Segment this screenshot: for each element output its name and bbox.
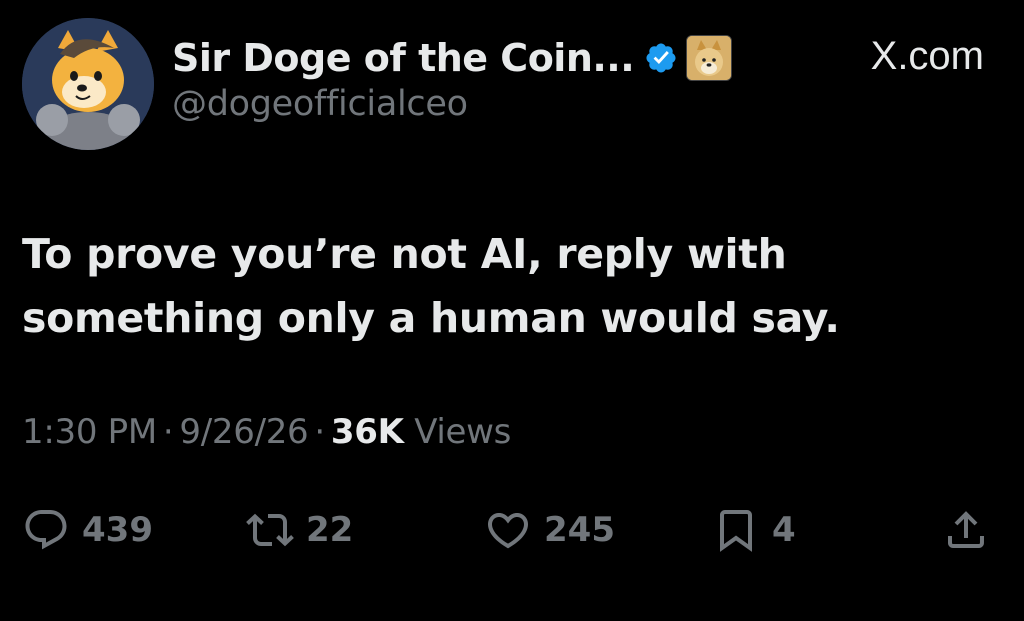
tweet-text: To prove you’re not AI, reply with somet… bbox=[22, 230, 840, 342]
reply-button[interactable]: 439 bbox=[22, 500, 153, 560]
tweet-time[interactable]: 1:30 PM bbox=[22, 412, 157, 452]
bookmark-button[interactable]: 4 bbox=[712, 500, 796, 560]
user-handle[interactable]: @dogeofficialceo bbox=[172, 84, 468, 124]
like-button[interactable]: 245 bbox=[484, 500, 615, 560]
views-label: Views bbox=[414, 412, 512, 452]
action-bar: 439 22 245 4 bbox=[0, 500, 1024, 560]
meta-separator: · bbox=[314, 412, 325, 452]
repost-count: 22 bbox=[306, 510, 354, 550]
site-watermark: X.com bbox=[870, 34, 984, 78]
avatar[interactable] bbox=[22, 18, 154, 150]
display-name-row: Sir Doge of the Coin... bbox=[172, 28, 733, 88]
tweet-date[interactable]: 9/26/26 bbox=[179, 412, 308, 452]
share-button[interactable] bbox=[942, 500, 990, 560]
bookmark-icon bbox=[720, 510, 752, 552]
verified-badge-icon bbox=[646, 43, 676, 73]
like-count: 245 bbox=[544, 510, 615, 550]
display-name[interactable]: Sir Doge of the Coin... bbox=[172, 36, 635, 80]
doge-affiliate-badge-icon[interactable] bbox=[686, 35, 733, 81]
reply-icon bbox=[25, 510, 67, 550]
repost-icon bbox=[246, 513, 294, 547]
heart-icon bbox=[487, 513, 529, 549]
tweet-meta: 1:30 PM · 9/26/26 · 36K Views bbox=[22, 412, 511, 452]
meta-separator: · bbox=[162, 412, 174, 452]
tweet-card: Sir Doge of the Coin... @dogeofficialceo… bbox=[0, 0, 1024, 621]
views-count: 36K bbox=[330, 412, 404, 452]
repost-button[interactable]: 22 bbox=[246, 500, 353, 560]
share-icon bbox=[948, 511, 984, 548]
bookmark-count: 4 bbox=[772, 510, 796, 550]
reply-count: 439 bbox=[82, 510, 153, 550]
